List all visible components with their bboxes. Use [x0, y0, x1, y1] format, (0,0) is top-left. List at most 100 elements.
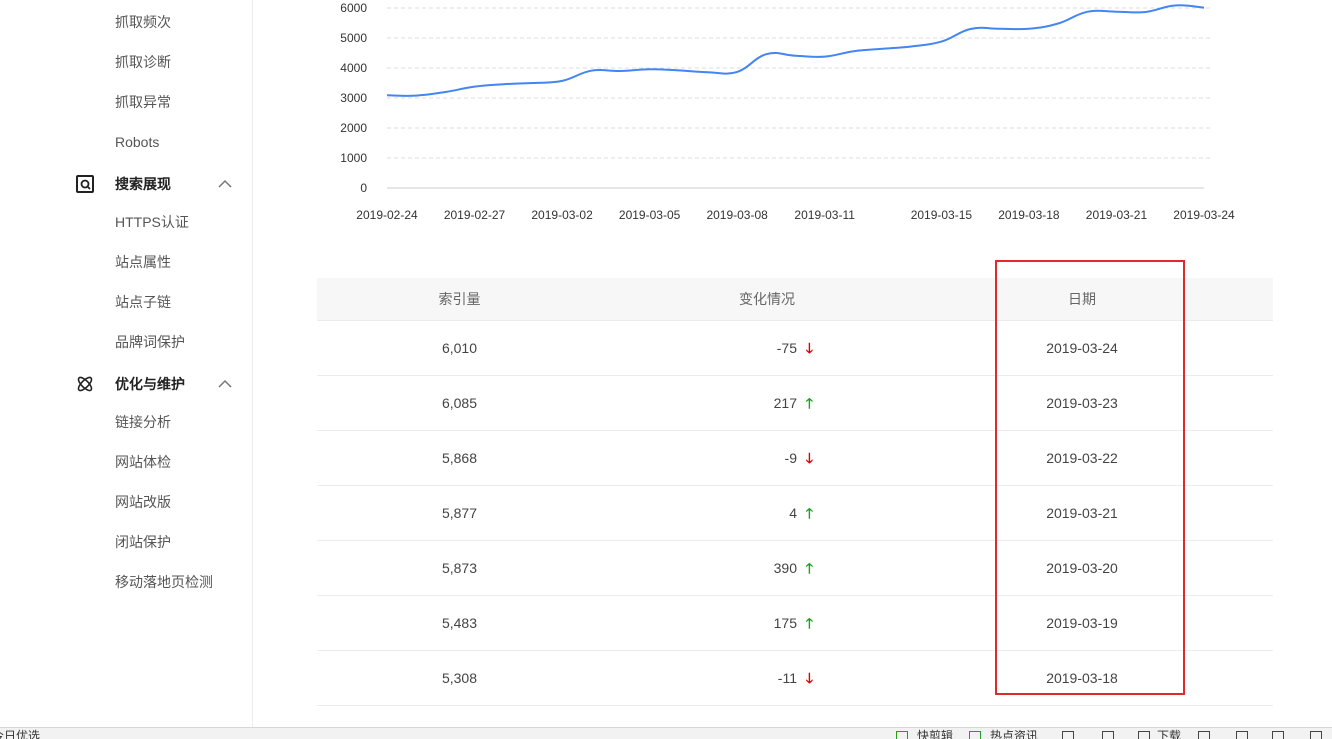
cell-change: 390 🡑 [617, 541, 813, 595]
y-tick-label: 2000 [340, 121, 367, 135]
data-point [618, 69, 622, 73]
sidebar-item-brand-protection[interactable]: 品牌词保护 [115, 332, 185, 352]
data-point [1202, 6, 1206, 10]
change-value: -11 [777, 670, 797, 686]
sidebar-group-label: 搜索展现 [115, 176, 171, 192]
sidebar-item-site-properties[interactable]: 站点属性 [115, 252, 171, 272]
x-tick-label: 2019-03-24 [1173, 208, 1235, 222]
cell-index-count: 6,010 [441, 340, 478, 356]
data-point [998, 27, 1002, 31]
sidebar-item-mobile-landing-check[interactable]: 移动落地页检测 [115, 572, 213, 592]
sidebar-group-label: 优化与维护 [115, 376, 185, 392]
data-point [764, 52, 768, 56]
data-point [969, 27, 973, 31]
x-tick-label: 2019-02-27 [444, 208, 506, 222]
arrow-down-icon: 🡓 [805, 450, 813, 466]
data-point [560, 79, 564, 83]
sidebar-item-site-checkup[interactable]: 网站体检 [115, 452, 171, 472]
data-point [735, 70, 739, 74]
header-index-count: 索引量 [438, 291, 481, 307]
x-tick-label: 2019-03-02 [531, 208, 593, 222]
data-point [385, 93, 389, 97]
sidebar-item-site-revision[interactable]: 网站改版 [115, 492, 171, 512]
x-tick-label: 2019-03-05 [619, 208, 681, 222]
data-point [677, 68, 681, 72]
data-point [1173, 3, 1177, 7]
x-tick-label: 2019-03-15 [911, 208, 973, 222]
data-point [852, 49, 856, 53]
arrow-up-icon: 🡑 [805, 505, 813, 521]
sidebar-item-link-analysis[interactable]: 链接分析 [115, 412, 171, 432]
arrow-down-icon: 🡓 [805, 340, 813, 356]
cell-change: 175 🡑 [617, 596, 813, 650]
index-series-line [386, 4, 1205, 97]
sidebar-item-crawl-frequency[interactable]: 抓取频次 [115, 12, 171, 32]
x-tick-label: 2019-03-21 [1086, 208, 1148, 222]
data-point [531, 81, 535, 85]
sidebar-item-crawl-diagnosis[interactable]: 抓取诊断 [115, 52, 171, 72]
data-point [1144, 10, 1148, 14]
data-point [502, 82, 506, 86]
x-tick-label: 2019-03-11 [794, 208, 855, 222]
data-point [443, 90, 447, 94]
search-display-icon [76, 175, 94, 193]
sidebar: 抓取频次 抓取诊断 抓取异常 Robots 搜索展现 HTTPS认证 站点属性 … [0, 0, 253, 727]
change-value: -9 [784, 450, 797, 466]
data-point [910, 44, 914, 48]
y-tick-label: 0 [360, 181, 367, 195]
y-tick-label: 6000 [340, 1, 367, 15]
cell-index-count: 6,085 [441, 395, 478, 411]
y-tick-label: 4000 [340, 61, 367, 75]
data-point [648, 67, 652, 71]
change-value: 217 [773, 395, 797, 411]
date-column-highlight [995, 260, 1185, 695]
y-tick-label: 3000 [340, 91, 367, 105]
cell-change: 217 🡑 [617, 376, 813, 430]
cell-index-count: 5,873 [441, 560, 478, 576]
change-value: -75 [776, 340, 797, 356]
sidebar-item-closure-protection[interactable]: 闭站保护 [115, 532, 171, 552]
cell-change: -75 🡓 [617, 321, 813, 375]
data-point [1085, 10, 1089, 14]
index-line-chart: 0 1000 2000 3000 4000 5000 6000 2019-02-24 2019-… [340, 1, 1235, 222]
arrow-down-icon: 🡓 [805, 670, 813, 686]
cell-index-count: 5,483 [441, 615, 478, 631]
header-change: 变化情况 [739, 291, 795, 307]
atom-icon [77, 376, 93, 392]
data-point [473, 85, 477, 89]
change-value: 4 [789, 505, 797, 521]
arrow-up-icon: 🡑 [805, 560, 813, 576]
sidebar-item-https[interactable]: HTTPS认证 [115, 212, 189, 232]
x-tick-label: 2019-02-24 [356, 208, 418, 222]
data-point [1114, 10, 1118, 14]
sidebar-item-crawl-errors[interactable]: 抓取异常 [115, 92, 171, 112]
sidebar-group-optimize[interactable]: 优化与维护 [75, 372, 240, 396]
index-chart: 0 1000 2000 3000 4000 5000 6000 2019-02-24 2019-… [330, 0, 1250, 230]
arrow-up-icon: 🡑 [805, 615, 813, 631]
x-tick-label: 2019-03-08 [706, 208, 768, 222]
data-point [939, 40, 943, 44]
sidebar-group-search-display[interactable]: 搜索展现 [75, 172, 240, 196]
cell-change: -11 🡓 [617, 651, 813, 705]
data-point [794, 54, 798, 58]
chevron-up-icon[interactable] [217, 376, 233, 392]
cell-change: -9 🡓 [617, 431, 813, 485]
data-point [589, 69, 593, 73]
change-value: 390 [773, 560, 797, 576]
y-tick-label: 5000 [340, 31, 367, 45]
cell-index-count: 5,868 [441, 450, 478, 466]
data-point [881, 47, 885, 51]
x-tick-label: 2019-03-18 [998, 208, 1060, 222]
data-point [414, 94, 418, 98]
chevron-up-icon[interactable] [217, 176, 233, 192]
cell-change: 4 🡑 [617, 486, 813, 540]
data-point [1027, 27, 1031, 31]
change-value: 175 [773, 615, 797, 631]
cell-index-count: 5,308 [441, 670, 478, 686]
sidebar-item-sitelinks[interactable]: 站点子链 [115, 292, 171, 312]
browser-statusbar: 今日优选 快剪辑 热点资讯 下载 [0, 727, 1332, 739]
data-point [823, 55, 827, 59]
data-point [1056, 22, 1060, 26]
y-tick-label: 1000 [340, 151, 367, 165]
sidebar-item-robots[interactable]: Robots [115, 132, 159, 152]
